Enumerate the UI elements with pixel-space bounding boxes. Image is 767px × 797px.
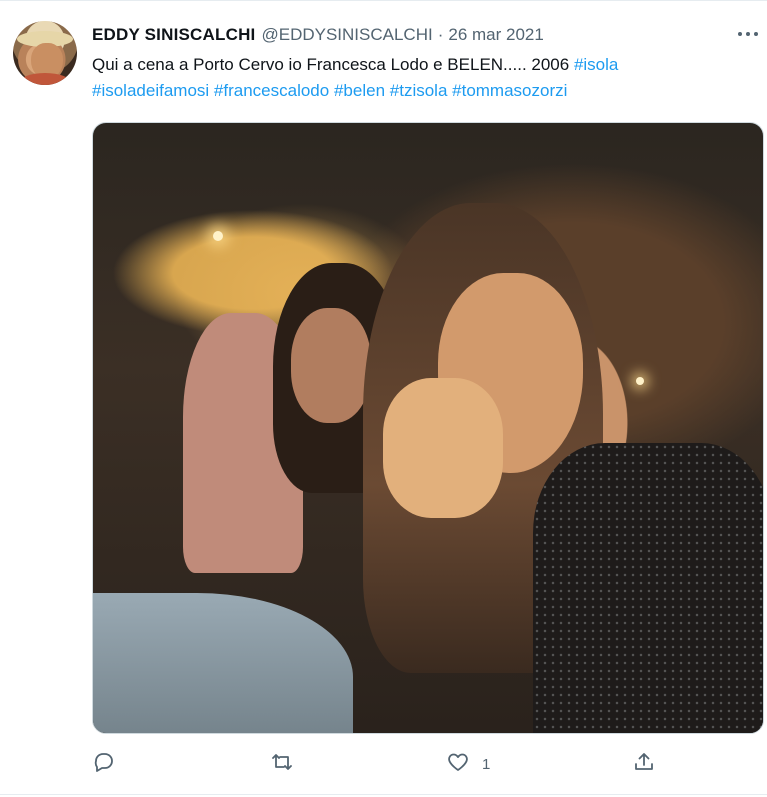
divider [0,794,767,795]
tweet-header: EDDY SINISCALCHI @EDDYSINISCALCHI · 26 m… [92,23,544,47]
more-icon[interactable] [735,22,761,46]
hashtag-link[interactable]: #belen [334,81,385,100]
tweet-actions: 1 [0,748,767,780]
tweet-date[interactable]: 26 mar 2021 [448,25,543,45]
share-icon [632,750,656,779]
tweet-card: EDDY SINISCALCHI @EDDYSINISCALCHI · 26 m… [0,0,767,797]
tweet-text-line-1: Qui a cena a Porto Cervo io Francesca Lo… [92,52,752,78]
hashtag-link[interactable]: #tzisola [390,81,448,100]
heart-icon [446,750,470,779]
hashtag-link[interactable]: #isoladeifamosi [92,81,209,100]
reply-button[interactable] [92,748,116,780]
tweet-body: Qui a cena a Porto Cervo io Francesca Lo… [92,55,570,74]
divider [0,0,767,1]
tweet-photo[interactable] [92,122,764,734]
author-handle[interactable]: @EDDYSINISCALCHI [261,25,432,45]
hashtag-link[interactable]: #isola [574,55,618,74]
like-button[interactable]: 1 [446,748,490,780]
like-count: 1 [482,755,491,773]
tweet-text-line-2: #isoladeifamosi #francescalodo #belen #t… [92,78,752,104]
tweet-text: Qui a cena a Porto Cervo io Francesca Lo… [92,52,752,104]
reply-icon [92,750,116,779]
avatar[interactable] [13,21,77,85]
share-button[interactable] [632,748,656,780]
separator: · [437,25,444,44]
author-name[interactable]: EDDY SINISCALCHI [92,25,255,45]
hashtag-link[interactable]: #francescalodo [214,81,329,100]
retweet-button[interactable] [270,748,294,780]
hashtag-link[interactable]: #tommasozorzi [452,81,567,100]
retweet-icon [270,750,294,779]
